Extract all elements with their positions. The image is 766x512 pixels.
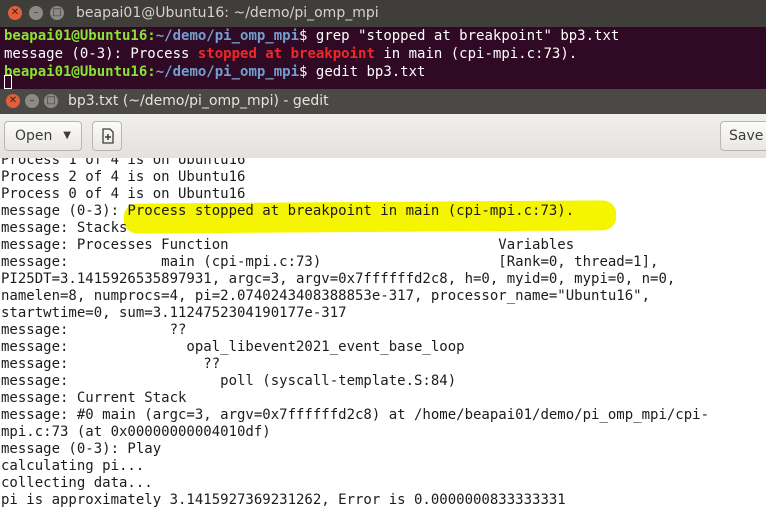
open-label: Open	[15, 128, 53, 144]
minimize-icon[interactable]: –	[25, 94, 39, 108]
terminal-cursor	[4, 75, 12, 89]
gedit-title: bp3.txt (~/demo/pi_omp_mpi) - gedit	[68, 93, 329, 109]
editor-line: startwtime=0, sum=3.1124752304190177e-31…	[1, 305, 347, 321]
maximize-icon[interactable]: □	[44, 94, 58, 108]
editor-line: collecting data...	[1, 475, 153, 491]
close-icon[interactable]: ✕	[8, 6, 22, 20]
close-icon[interactable]: ✕	[6, 94, 20, 108]
gedit-titlebar: ✕ – □ bp3.txt (~/demo/pi_omp_mpi) - gedi…	[0, 89, 766, 114]
terminal-body[interactable]: beapai01@Ubuntu16:~/demo/pi_omp_mpi$ gre…	[0, 27, 766, 89]
editor-line: message: main (cpi-mpi.c:73) [Rank=0, th…	[1, 254, 659, 270]
editor-line: message: opal_libevent2021_event_base_lo…	[1, 339, 465, 355]
terminal-command-line: beapai01@Ubuntu16:~/demo/pi_omp_mpi$ gre…	[4, 28, 620, 44]
editor-line: Process 1 of 4 is on Ubuntu16	[1, 158, 246, 168]
chevron-down-icon: ▼	[63, 130, 71, 141]
new-document-icon	[102, 128, 114, 144]
editor-line: message: ??	[1, 322, 187, 338]
gedit-toolbar: Open ▼ Save	[0, 114, 766, 159]
editor-line: message: Processes Function Variables	[1, 237, 575, 253]
new-document-button[interactable]	[92, 121, 122, 151]
terminal-titlebar: ✕ – □ beapai01@Ubuntu16: ~/demo/pi_omp_m…	[0, 0, 766, 27]
editor-line: message: ??	[1, 356, 221, 372]
editor-line: message: poll (syscall-template.S:84)	[1, 373, 457, 389]
maximize-icon[interactable]: □	[50, 6, 64, 20]
editor-line: message (0-3): Play	[1, 441, 162, 457]
editor-line: Process 0 of 4 is on Ubuntu16	[1, 186, 246, 202]
minimize-icon[interactable]: –	[29, 6, 43, 20]
editor-line: message: Stacks	[1, 220, 128, 236]
editor-line: PI25DT=3.1415926535897931, argc=3, argv=…	[1, 271, 676, 287]
editor-line: calculating pi...	[1, 458, 145, 474]
terminal-title: beapai01@Ubuntu16: ~/demo/pi_omp_mpi	[76, 5, 379, 21]
editor-line: pi is approximately 3.1415927369231262, …	[1, 492, 566, 508]
save-button[interactable]: Save	[720, 121, 766, 151]
terminal-output-line: message (0-3): Process stopped at breakp…	[4, 46, 578, 62]
editor-line: namelen=8, numprocs=4, pi=2.074024340838…	[1, 288, 651, 304]
text-editor[interactable]: Process 1 of 4 is on Ubuntu16 Process 2 …	[0, 158, 766, 512]
terminal-command-line: beapai01@Ubuntu16:~/demo/pi_omp_mpi$ ged…	[4, 64, 426, 80]
editor-line: message (0-3): Process stopped at breakp…	[1, 203, 575, 219]
editor-line: mpi.c:73 (at 0x00000000004010df)	[1, 424, 271, 440]
editor-line: message: #0 main (argc=3, argv=0x7ffffff…	[1, 407, 710, 423]
editor-line: message: Current Stack	[1, 390, 187, 406]
editor-line: Process 2 of 4 is on Ubuntu16	[1, 169, 246, 185]
open-button[interactable]: Open ▼	[4, 121, 82, 151]
